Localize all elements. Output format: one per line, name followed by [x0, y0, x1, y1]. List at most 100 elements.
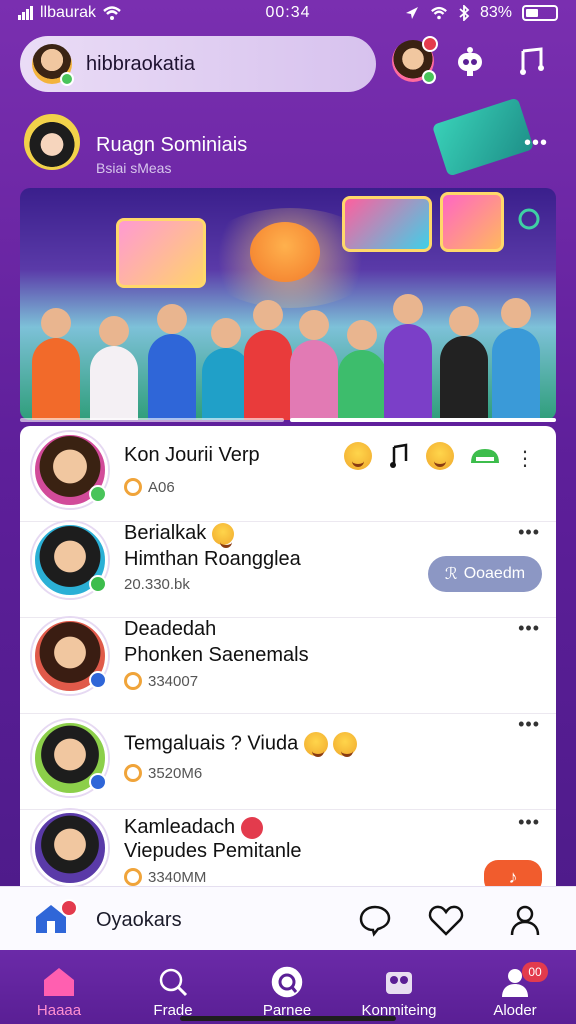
banner-person: [338, 320, 386, 420]
more-options-icon[interactable]: •••: [524, 132, 548, 155]
item-meta: 20.330.bk: [124, 576, 190, 593]
banner-screen-left: [116, 218, 206, 288]
list-item[interactable]: Kon Jourii Verp A06 ⋮: [20, 426, 556, 522]
heart-icon[interactable]: [428, 903, 464, 937]
emoji-icon: [333, 732, 358, 757]
music-note-icon[interactable]: [386, 443, 412, 469]
more-options-icon[interactable]: •••: [518, 522, 540, 543]
key-icon: ℛ: [444, 566, 458, 583]
search-icon: [159, 968, 188, 997]
online-indicator: [89, 485, 107, 503]
avatar[interactable]: [32, 432, 108, 508]
avatar[interactable]: [32, 810, 108, 886]
music-note-icon: [520, 47, 544, 75]
home-icon: [44, 968, 74, 996]
game-controller-icon[interactable]: [468, 443, 502, 469]
home-indicator: [180, 1016, 396, 1021]
status-bar: llbaurak 00:34 83%: [0, 0, 576, 26]
laugh-emoji-icon[interactable]: [426, 442, 454, 470]
nav-label: Aloder: [493, 1002, 537, 1019]
banner-person: [202, 318, 250, 420]
feed-list: Kon Jourii Verp A06 ⋮ Berialkak Himthan …: [20, 426, 556, 896]
item-title-line2: Phonken Saenemals: [124, 644, 309, 666]
compose-label: Oyaokars: [96, 909, 182, 931]
emoji-icon: [303, 732, 328, 757]
mascot-character: [250, 222, 320, 282]
user-avatar[interactable]: [32, 44, 74, 86]
item-title-line1: Deadedah: [124, 618, 217, 640]
banner-screen-right: [440, 192, 504, 252]
nav-item-discover[interactable]: Parnee: [232, 958, 342, 1022]
item-meta: 334007: [124, 672, 198, 690]
banner-person: [32, 308, 80, 420]
online-indicator: [422, 70, 436, 84]
avatar[interactable]: [32, 618, 108, 694]
channel-name: Ruagn Sominiais: [96, 134, 248, 156]
pager-segment: [20, 418, 284, 422]
profile-row[interactable]: Ruagn Sominiais Bsiai sMeas •••: [24, 114, 554, 178]
verified-badge: [89, 671, 107, 689]
reaction-row: [344, 442, 502, 470]
pager-segment-active: [290, 418, 556, 422]
list-item[interactable]: Temgaluais ? Viuda 3520M6 •••: [20, 714, 556, 810]
item-title-line1: Kamleadach: [124, 816, 263, 839]
nav-item-community[interactable]: Konmiteing: [344, 958, 454, 1022]
bottom-navigation: Haaaa Frade Parnee Konmiteing 00 Aloder: [0, 950, 576, 1024]
more-options-icon[interactable]: •••: [518, 812, 540, 833]
emoji-icon: [211, 522, 234, 548]
item-title-line2: Himthan Roangglea: [124, 548, 301, 570]
channel-subtitle: Bsiai sMeas: [96, 160, 172, 176]
list-item[interactable]: Kamleadach Viepudes Pemitanle 3340MM •••: [20, 810, 556, 896]
notification-badge: [422, 36, 438, 52]
search-bar[interactable]: hibbraokatia: [20, 36, 376, 92]
music-button[interactable]: [512, 42, 552, 82]
hero-banner[interactable]: [20, 188, 556, 420]
channel-avatar[interactable]: [24, 114, 80, 170]
music-note-icon: ♪: [508, 866, 518, 887]
clock-icon: [124, 764, 142, 782]
nav-label: Haaaa: [36, 1002, 82, 1019]
item-meta: 3520M6: [124, 764, 202, 782]
discover-icon: [271, 966, 303, 998]
clock-icon: [124, 868, 142, 886]
notification-badge: [60, 899, 78, 917]
item-title: Kon Jourii Verp: [124, 444, 260, 466]
banner-person: [244, 300, 292, 420]
banner-person: [440, 306, 488, 420]
banner-person: [290, 310, 338, 420]
verified-badge: [89, 773, 107, 791]
avatar[interactable]: [32, 522, 108, 598]
nav-item-profile[interactable]: 00 Aloder: [460, 958, 570, 1022]
clock-icon: [124, 478, 142, 496]
heart-badge-icon: [240, 816, 263, 839]
notification-count-badge: 00: [522, 962, 548, 982]
banner-pager: [20, 418, 556, 424]
banner-screen-center: [342, 196, 432, 252]
clock-icon: [124, 672, 142, 690]
profile-avatar-button[interactable]: [392, 36, 438, 84]
list-item[interactable]: Deadedah Phonken Saenemals 334007 •••: [20, 618, 556, 714]
person-icon[interactable]: [508, 903, 542, 937]
banner-person: [492, 298, 540, 420]
item-title-line2: Viepudes Pemitanle: [124, 840, 302, 862]
compose-bar: Oyaokars: [0, 886, 576, 950]
avatar[interactable]: [32, 720, 108, 796]
item-meta: 3340MM: [124, 868, 206, 886]
online-indicator: [89, 575, 107, 593]
nav-item-home[interactable]: Haaaa: [4, 958, 114, 1022]
more-options-icon[interactable]: •••: [518, 714, 540, 735]
banner-person: [148, 304, 196, 420]
bot-button[interactable]: [450, 42, 490, 82]
item-meta-value: A06: [148, 478, 175, 496]
action-pill-button[interactable]: ℛ Ooaedm: [428, 556, 542, 592]
nav-item-search[interactable]: Frade: [118, 958, 228, 1022]
more-options-icon[interactable]: •••: [518, 618, 540, 639]
robot-icon: [458, 47, 482, 76]
vertical-more-icon[interactable]: ⋮: [515, 446, 536, 471]
item-title-line1: Berialkak: [124, 522, 234, 548]
comment-icon[interactable]: [358, 903, 392, 937]
online-indicator: [60, 72, 74, 86]
item-title: Temgaluais ? Viuda: [124, 732, 358, 757]
banner-person: [384, 294, 432, 420]
smile-emoji-icon[interactable]: [344, 442, 372, 470]
